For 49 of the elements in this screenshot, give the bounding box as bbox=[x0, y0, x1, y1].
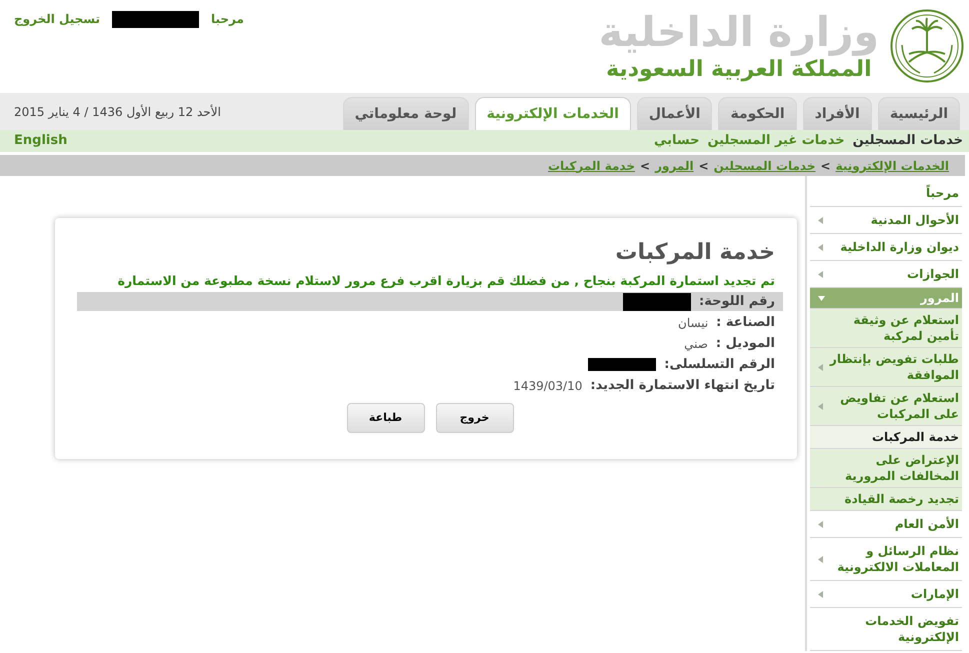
triangle-down-icon bbox=[818, 296, 825, 300]
subnav-link[interactable]: خدمات غير المسجلين bbox=[707, 131, 845, 151]
breadcrumb-link[interactable]: خدمة المركبات bbox=[548, 156, 636, 174]
logout-link[interactable]: تسجيل الخروج bbox=[14, 10, 100, 28]
triangle-left-icon bbox=[818, 364, 823, 370]
field-value: نيسان bbox=[678, 314, 708, 332]
nav-tab[interactable]: الحكومة bbox=[718, 97, 797, 130]
sidebar-item[interactable]: استعلام عن وثيقة تأمين لمركبة bbox=[810, 309, 962, 348]
greeting-text: مرحبا bbox=[211, 11, 244, 28]
field-label: الصناعة : bbox=[716, 314, 775, 332]
field-label: تاريخ انتهاء الاستمارة الجديد: bbox=[590, 376, 775, 395]
language-link[interactable]: English bbox=[14, 131, 68, 151]
triangle-left-icon bbox=[818, 216, 823, 224]
sidebar-item[interactable]: تجديد رخصة القيادة bbox=[810, 488, 962, 511]
breadcrumb-link[interactable]: المرور bbox=[655, 156, 694, 174]
breadcrumb-separator: > bbox=[820, 158, 831, 174]
field-label: الموديل : bbox=[716, 334, 775, 353]
nav-tab[interactable]: الخدمات الإلكترونية bbox=[474, 97, 631, 130]
triangle-left-icon bbox=[818, 590, 823, 598]
breadcrumb-link[interactable]: الخدمات الإلكترونية bbox=[836, 156, 949, 174]
form-button[interactable]: خروج bbox=[436, 403, 514, 433]
palm-emblem-icon bbox=[889, 9, 965, 83]
triangle-left-icon bbox=[818, 402, 823, 410]
sidebar-item[interactable]: استعلام عن تفاويض على المركبات bbox=[810, 387, 962, 426]
nav-tab[interactable]: الأعمال bbox=[636, 97, 712, 130]
nav-tab[interactable]: الأفراد bbox=[802, 97, 872, 130]
date-text: الأحد 12 ربيع الأول 1436 / 4 يناير 2015 bbox=[14, 104, 221, 120]
triangle-left-icon bbox=[818, 556, 823, 562]
nav-tab[interactable]: الرئيسية bbox=[878, 97, 960, 130]
sidebar-item[interactable]: خدمة المركبات bbox=[810, 426, 962, 449]
triangle-left-icon bbox=[818, 244, 823, 250]
nav-tab[interactable]: لوحة معلوماتي bbox=[342, 97, 469, 130]
card-title: خدمة المركبات bbox=[615, 239, 776, 267]
sidebar-item[interactable]: الإعتراض على المخالفات المرورية bbox=[810, 449, 962, 488]
subnav-link[interactable]: حسابي bbox=[654, 131, 700, 151]
subnav-link[interactable]: خدمات المسجلين bbox=[852, 131, 963, 151]
breadcrumb-separator: > bbox=[698, 158, 709, 174]
triangle-left-icon bbox=[818, 520, 823, 528]
site-subtitle: المملكة العربية السعودية bbox=[606, 56, 872, 84]
breadcrumb-separator: > bbox=[640, 158, 650, 174]
success-message: تم تجديد استمارة المركبة بنجاح , من فضلك قم بزيارة اقرب فرع مرور لاستلام نسخة مطبوعة من الاستمارة bbox=[116, 272, 776, 290]
sidebar-item[interactable]: طلبات تفويض بإنتظار الموافقة bbox=[810, 348, 962, 387]
field-value: صني bbox=[684, 336, 708, 352]
breadcrumb-link[interactable]: خدمات المسجلين bbox=[714, 156, 816, 174]
field-value: 1439/03/10 bbox=[513, 378, 582, 394]
field-label: الرقم التسلسلى: bbox=[664, 356, 775, 374]
field-label: رقم اللوحة: bbox=[699, 292, 775, 311]
form-button[interactable]: طباعة bbox=[346, 403, 424, 433]
triangle-left-icon bbox=[818, 270, 823, 278]
